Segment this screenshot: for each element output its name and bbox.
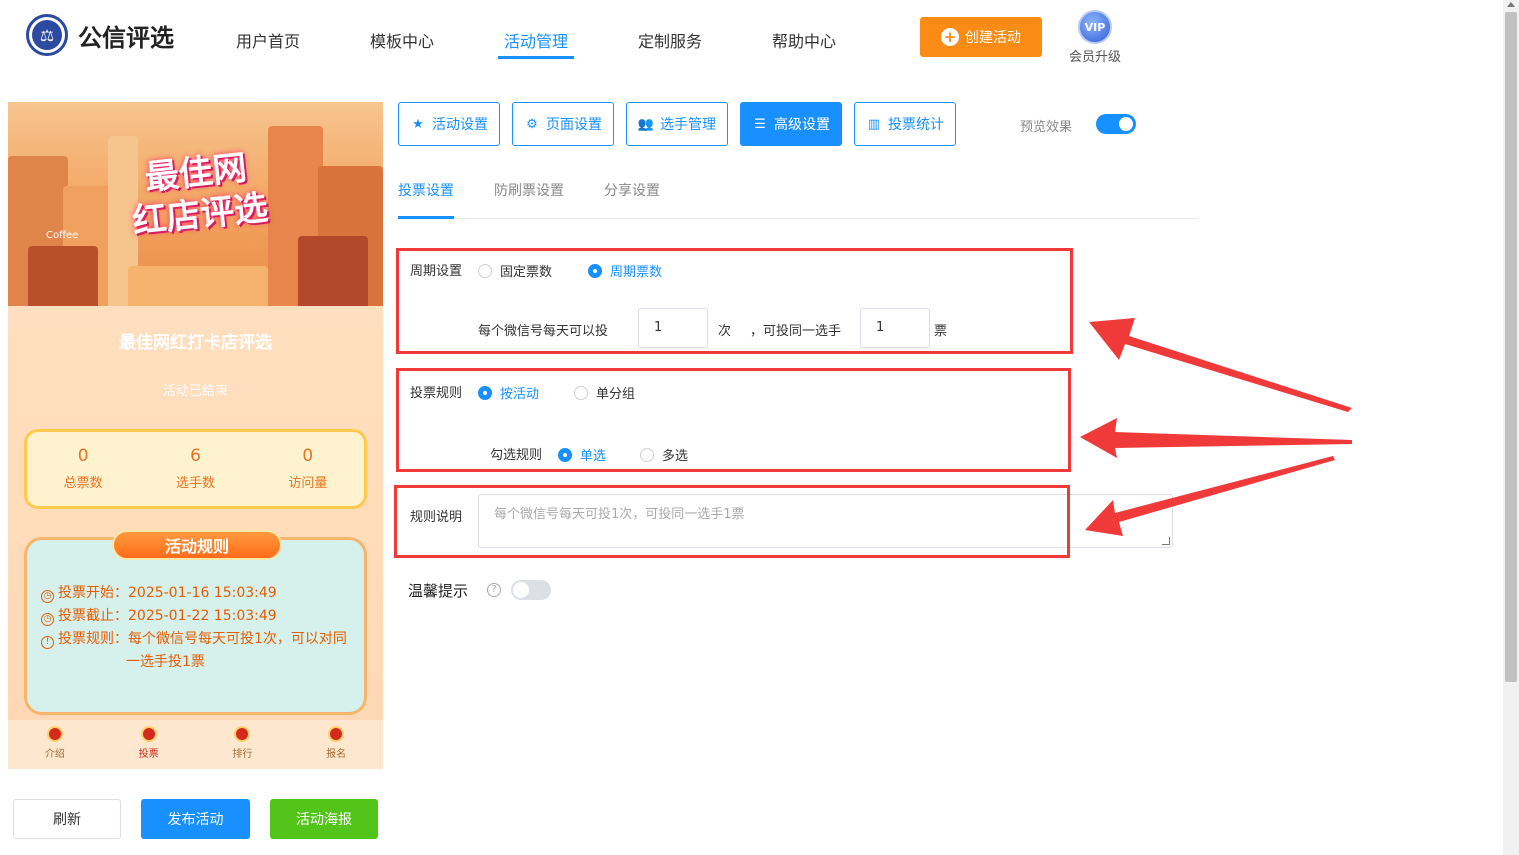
advanced-settings-button[interactable]: ☰ 高级设置 <box>740 102 842 146</box>
stat-contestants: 6 选手数 <box>175 446 215 491</box>
rules-card: 活动规则 ◷ 投票开始：2025-01-16 15:03:49 ◷ 投票截止：202… <box>24 530 367 715</box>
mobile-preview: 最佳网 红店评选 Coffee 最佳网红打卡店评选 活动已结束 0 总票数 6 … <box>8 102 383 769</box>
daily-times-input[interactable]: 1 <box>638 308 708 348</box>
page-settings-button[interactable]: ⚙ 页面设置 <box>512 102 614 146</box>
rule-text-cont: 一选手投1票 <box>126 654 205 670</box>
info-icon: ! <box>41 636 54 649</box>
rules-title: 活动规则 <box>112 530 282 560</box>
subtab-active-indicator <box>398 216 454 219</box>
annotation-arrows <box>1080 318 1352 536</box>
radio-single-group[interactable]: 单分组 <box>574 383 635 402</box>
question-circle-icon[interactable]: ? <box>487 583 501 597</box>
clock-icon: ◷ <box>41 613 54 626</box>
activity-poster-button[interactable]: 活动海报 <box>270 799 378 839</box>
vote-statistics-button[interactable]: ▥ 投票统计 <box>854 102 956 146</box>
arrow-to-period <box>1089 318 1352 412</box>
intro-icon <box>46 726 63 742</box>
times-unit: 次 <box>718 324 732 339</box>
scroll-up-icon <box>1507 2 1515 7</box>
logo-text: 公信评选 <box>78 23 174 52</box>
same-contestant-text: ，可投同一选手 <box>750 324 842 339</box>
tab-signup[interactable]: 报名 <box>289 720 383 769</box>
rule-end: ◷ 投票截止：2025-01-22 15:03:49 <box>41 605 277 627</box>
create-activity-button[interactable]: + 创建活动 <box>920 17 1042 57</box>
tab-anti-fraud-settings[interactable]: 防刷票设置 <box>494 180 564 200</box>
gear-icon: ⚙ <box>526 116 538 132</box>
radio-by-activity[interactable]: 按活动 <box>478 383 539 402</box>
nav-help-center[interactable]: 帮助中心 <box>772 28 836 52</box>
tab-share-settings[interactable]: 分享设置 <box>604 180 660 200</box>
contestant-management-button[interactable]: 👥 选手管理 <box>626 102 728 146</box>
vip-upgrade[interactable]: VIP 会员升级 <box>1067 10 1123 65</box>
radio-fixed-votes[interactable]: 固定票数 <box>478 261 552 280</box>
preview-effect-label: 预览效果 <box>1020 120 1073 135</box>
sliders-icon: ☰ <box>754 116 766 132</box>
nav-template-center[interactable]: 模板中心 <box>370 28 434 52</box>
daily-votes-text: 每个微信号每天可以投 <box>478 324 609 339</box>
same-contestant-votes-input[interactable]: 1 <box>860 308 930 348</box>
vip-upgrade-label: 会员升级 <box>1068 50 1121 65</box>
refresh-button[interactable]: 刷新 <box>13 799 121 839</box>
radio-cycle-votes[interactable]: 周期票数 <box>588 261 662 280</box>
stats-panel: 0 总票数 6 选手数 0 访问量 <box>24 429 367 509</box>
rule-desc-highlight <box>394 485 1070 558</box>
activity-settings-button[interactable]: ★ 活动设置 <box>398 102 500 146</box>
banner-image: 最佳网 红店评选 Coffee <box>8 102 383 306</box>
scales-logo-icon: ⚖ <box>26 14 68 56</box>
ranking-icon <box>234 726 251 742</box>
warm-tip-label: 温馨提示 <box>408 582 469 600</box>
check-rule-label: 勾选规则 <box>490 448 543 463</box>
bar-chart-icon: ▥ <box>867 116 881 132</box>
period-settings-label: 周期设置 <box>410 264 463 279</box>
page-scrollbar[interactable] <box>1503 0 1519 855</box>
star-circle-icon: ★ <box>412 116 424 132</box>
create-activity-label: 创建活动 <box>965 30 1021 46</box>
radio-multi-choice[interactable]: 多选 <box>640 445 688 464</box>
nav-activity-management[interactable]: 活动管理 <box>504 28 568 52</box>
rule-start: ◷ 投票开始：2025-01-16 15:03:49 <box>41 582 277 604</box>
nav-custom-service[interactable]: 定制服务 <box>638 28 702 52</box>
coffee-sign: Coffee <box>46 230 79 241</box>
vote-icon <box>140 726 157 742</box>
clock-icon: ◷ <box>41 590 54 603</box>
stat-total-votes: 0 总票数 <box>63 446 103 491</box>
scrollbar-thumb[interactable] <box>1505 12 1517 682</box>
tab-vote-settings[interactable]: 投票设置 <box>398 180 454 200</box>
vote-rule-label: 投票规则 <box>410 386 463 401</box>
tab-ranking[interactable]: 排行 <box>196 720 290 769</box>
arrow-to-rule-desc <box>1085 456 1335 536</box>
preview-toggle[interactable] <box>1096 114 1136 134</box>
vip-badge-icon: VIP <box>1078 10 1112 44</box>
subtab-divider <box>398 218 1198 219</box>
votes-unit: 票 <box>934 324 948 339</box>
logo[interactable]: ⚖ 公信评选 <box>26 14 174 56</box>
signup-icon <box>328 726 345 742</box>
arrow-to-vote-rule <box>1080 418 1352 458</box>
activity-name: 最佳网红打卡店评选 <box>119 333 272 353</box>
plus-circle-icon: + <box>941 28 959 46</box>
tab-vote[interactable]: 投票 <box>102 720 196 769</box>
publish-activity-button[interactable]: 发布活动 <box>141 799 250 839</box>
rule-text: ! 投票规则：每个微信号每天可投1次，可以对同 <box>41 628 347 650</box>
activity-status: 活动已结束 <box>162 384 228 399</box>
nav-user-home[interactable]: 用户首页 <box>236 28 300 52</box>
tab-intro[interactable]: 介绍 <box>8 720 102 769</box>
nav-active-indicator <box>498 56 574 59</box>
users-icon: 👥 <box>637 116 655 132</box>
warm-tip-toggle[interactable] <box>511 580 551 600</box>
stat-visits: 0 访问量 <box>288 446 328 491</box>
radio-single-choice[interactable]: 单选 <box>558 445 606 464</box>
bottom-tab-bar: 介绍 投票 排行 报名 <box>8 720 383 769</box>
